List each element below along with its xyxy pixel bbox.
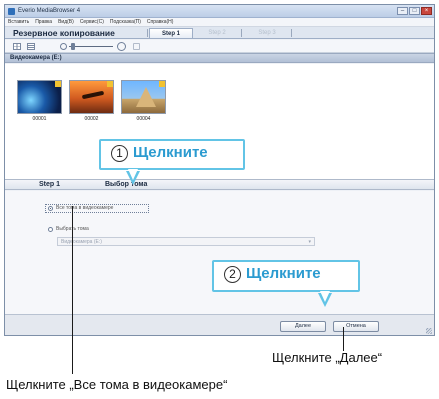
resize-grip[interactable] [426,328,432,334]
callout-text: Щелкните [246,265,321,282]
callout-pointer-fill [128,169,138,180]
new-flag-icon [55,81,61,87]
tab-step-2: Step 2 [208,30,226,36]
select-volumes-radio[interactable] [48,227,53,232]
caption-all-volumes: Щелкните „Все тома в видеокамере“ [6,377,228,392]
menu-bar: Вставить Правка Вид(В) Сервис(C) Подсказ… [5,18,434,27]
all-volumes-label[interactable]: Все тома в видеокамере [56,205,113,212]
action-bar: Далее Отмена [5,314,434,335]
callout-pointer-fill [320,291,330,302]
title-bar: Everio MediaBrowser 4 – □ × [5,5,434,18]
leader-line-all [72,206,73,374]
zoom-out-icon[interactable] [60,43,67,50]
step-number: Step 1 [39,181,61,188]
window-title: Everio MediaBrowser 4 [18,8,81,14]
minimize-icon[interactable]: – [397,7,408,15]
thumbnail-caption: 00004 [136,116,151,122]
tab-backup[interactable]: Резервное копирование [13,28,115,39]
tab-divider [241,29,242,37]
tab-strip: Резервное копирование Step 1 Step 2 Step… [5,27,434,39]
zoom-slider[interactable] [69,46,113,47]
new-flag-icon [159,81,165,87]
zoom-slider-handle[interactable] [71,43,75,50]
maximize-icon[interactable]: □ [409,7,420,15]
source-label: Видеокамера (E:) [10,55,62,61]
new-flag-icon [107,81,113,87]
next-button[interactable]: Далее [280,321,326,332]
volume-select[interactable]: Видеокамера (E:) ▾ [57,237,315,246]
callout-number: 2 [224,266,241,283]
callout-click-1: 1 Щелкните [99,139,245,170]
tab-step-3: Step 3 [258,30,276,36]
volume-options: Все тома в видеокамере Выбрать тома Виде… [5,191,434,314]
list-view-icon[interactable] [27,43,35,50]
video-thumbnail[interactable] [69,80,114,114]
menu-item-insert[interactable]: Вставить [8,18,29,26]
cancel-button[interactable]: Отмена [333,321,379,332]
source-header: Видеокамера (E:) [5,53,434,63]
thumbnail-caption: 00001 [32,116,47,122]
callout-number: 1 [111,145,128,162]
settings-icon [133,43,140,50]
close-icon[interactable]: × [421,7,432,15]
chevron-down-icon: ▾ [308,239,311,245]
airplane-image [81,90,105,100]
video-thumbnail[interactable] [17,80,62,114]
tab-step-1[interactable]: Step 1 [149,28,193,38]
tab-divider [291,29,292,37]
menu-item-service[interactable]: Сервис(C) [80,18,104,26]
window-controls: – □ × [397,7,432,15]
view-toolbar [5,40,434,53]
step-header: Step 1 Выбор тома [5,179,434,190]
thumbnail-caption: 00002 [84,116,99,122]
zoom-in-icon[interactable] [117,42,126,51]
callout-click-2: 2 Щелкните [212,260,360,292]
app-icon [8,8,15,15]
callout-text: Щелкните [133,144,208,161]
leader-line-next [343,327,344,351]
menu-item-edit[interactable]: Правка [35,18,52,26]
menu-item-view[interactable]: Вид(В) [58,18,74,26]
grid-view-icon[interactable] [13,43,21,50]
caption-next: Щелкните „Далее“ [272,350,383,365]
menu-item-help[interactable]: Справка(Н) [147,18,174,26]
video-thumbnail[interactable] [121,80,166,114]
menu-item-hint[interactable]: Подсказка(П) [110,18,141,26]
pyramid-image [136,87,156,107]
volume-select-value: Видеокамера (E:) [61,239,102,245]
tab-divider [147,29,148,37]
